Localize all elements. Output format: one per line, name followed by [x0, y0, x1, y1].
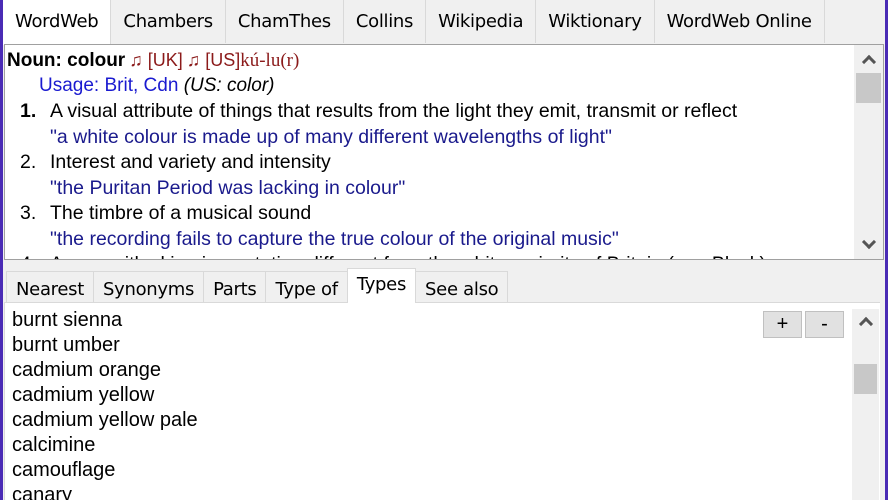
source-tabs: WordWeb Chambers ChamThes Collins Wikipe… — [3, 0, 825, 45]
list-item[interactable]: calcimine — [12, 433, 198, 458]
definition-pane: Noun: colour ♫ [UK] ♫ [US]kú-lu(r) Usage: … — [4, 44, 884, 260]
list-item[interactable]: cadmium orange — [12, 358, 198, 383]
chevron-up-icon — [861, 54, 876, 70]
tab-synonyms[interactable]: Synonyms — [92, 271, 205, 302]
sense-gloss: A visual attribute of things that result… — [50, 100, 738, 122]
font-size-controls: + - — [763, 311, 847, 338]
usage-note: Usage: Brit, Cdn (US: color) — [39, 73, 853, 99]
tab-wordweb-online[interactable]: WordWeb Online — [654, 0, 825, 43]
sense-gloss: A race with skin pigmentation different … — [50, 252, 853, 259]
increase-font-button[interactable]: + — [763, 311, 802, 338]
types-list: burnt sienna burnt umber cadmium orange … — [12, 308, 198, 500]
play-us-audio-link[interactable]: ♫ [US] — [187, 50, 241, 70]
tab-wordweb[interactable]: WordWeb — [3, 0, 112, 45]
sense-number: 2. — [20, 151, 37, 173]
tab-nearest[interactable]: Nearest — [6, 271, 94, 302]
scroll-thumb[interactable] — [854, 364, 877, 394]
sense-number: 1. — [20, 100, 37, 122]
sense-example: "a white colour is made up of many diffe… — [50, 125, 612, 148]
tab-wikipedia[interactable]: Wikipedia — [426, 0, 537, 43]
part-of-speech-heading: Noun: colour — [7, 50, 126, 71]
sense-number: 3. — [20, 202, 37, 224]
types-scrollbar[interactable] — [852, 309, 879, 500]
tab-wiktionary[interactable]: Wiktionary — [536, 0, 655, 43]
sense-item: 3. The timbre of a musical sound "the re… — [7, 201, 853, 252]
sense-example: "the recording fails to capture the true… — [50, 227, 619, 250]
us-spelling: (US: color) — [183, 75, 275, 96]
list-item[interactable]: cadmium yellow pale — [12, 408, 198, 433]
list-item[interactable]: burnt sienna — [12, 308, 198, 333]
sense-example: "the Puritan Period was lacking in colou… — [50, 176, 406, 199]
sense-item: 4. A race with skin pigmentation differe… — [7, 252, 853, 259]
types-list-pane: burnt sienna burnt umber cadmium orange … — [4, 302, 880, 500]
sense-item: 1. A visual attribute of things that res… — [7, 99, 853, 150]
sense-gloss: The timbre of a musical sound — [50, 202, 312, 224]
play-uk-audio-link[interactable]: ♫ [UK] — [129, 50, 183, 70]
sense-gloss: Interest and variety and intensity — [50, 151, 331, 173]
sense-number: 4. — [20, 252, 36, 259]
list-item[interactable]: canary — [12, 483, 198, 500]
scroll-up-button[interactable] — [852, 309, 879, 333]
relation-tabs: Nearest Synonyms Parts Type of Types See… — [6, 268, 509, 303]
tab-parts[interactable]: Parts — [203, 271, 267, 302]
usage-label[interactable]: Usage: Brit, Cdn — [39, 75, 178, 96]
list-item[interactable]: cadmium yellow — [12, 383, 198, 408]
tab-see-also[interactable]: See also — [415, 271, 509, 302]
scroll-down-button[interactable] — [854, 233, 883, 257]
scroll-up-button[interactable] — [854, 47, 883, 71]
window-border-left — [0, 0, 3, 500]
sense-item: 2. Interest and variety and intensity "t… — [7, 150, 853, 201]
pronunciation: kú-lu(r) — [240, 50, 300, 71]
definition-scrollbar[interactable] — [854, 45, 883, 259]
tab-type-of[interactable]: Type of — [265, 271, 348, 302]
tab-chamthes[interactable]: ChamThes — [225, 0, 344, 43]
pane-splitter[interactable] — [3, 260, 885, 268]
definition-headline: Noun: colour ♫ [UK] ♫ [US]kú-lu(r) — [7, 47, 853, 73]
scroll-thumb[interactable] — [856, 73, 881, 103]
chevron-up-icon — [858, 316, 873, 332]
list-item[interactable]: burnt umber — [12, 333, 198, 358]
decrease-font-button[interactable]: - — [805, 311, 844, 338]
tab-collins[interactable]: Collins — [343, 0, 427, 43]
definition-content: Noun: colour ♫ [UK] ♫ [US]kú-lu(r) Usage: … — [7, 47, 853, 259]
tab-chambers[interactable]: Chambers — [111, 0, 226, 43]
tab-types[interactable]: Types — [346, 268, 417, 303]
chevron-down-icon — [861, 234, 876, 250]
list-item[interactable]: camouflage — [12, 458, 198, 483]
